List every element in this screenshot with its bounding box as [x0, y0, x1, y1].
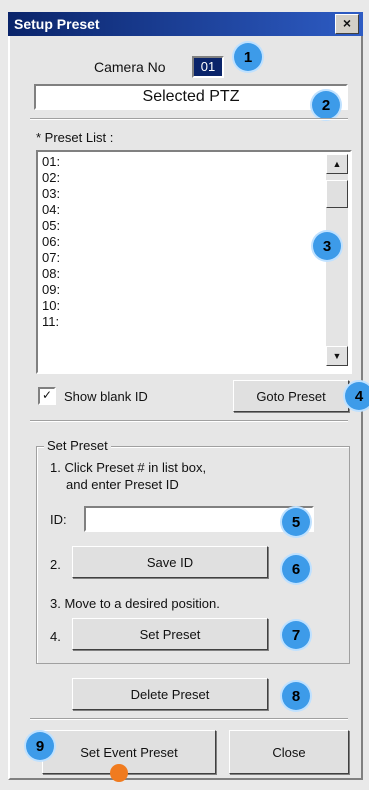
- step4-label: 4.: [50, 629, 61, 644]
- step2-label: 2.: [50, 557, 61, 572]
- preset-list-label: * Preset List :: [36, 130, 114, 145]
- list-item[interactable]: 04:: [42, 202, 322, 218]
- delete-preset-button[interactable]: Delete Preset: [72, 678, 268, 710]
- step1-text: 1. Click Preset # in list box,: [50, 460, 207, 475]
- step1-text-2: and enter Preset ID: [66, 477, 179, 492]
- list-item[interactable]: [42, 346, 322, 362]
- close-icon[interactable]: ×: [335, 14, 359, 34]
- set-preset-button[interactable]: Set Preset: [72, 618, 268, 650]
- badge-9: 9: [26, 732, 54, 760]
- save-id-button[interactable]: Save ID: [72, 546, 268, 578]
- scroll-thumb[interactable]: [326, 180, 348, 208]
- list-item[interactable]: 05:: [42, 218, 322, 234]
- list-item[interactable]: 11:: [42, 314, 322, 330]
- preset-list-items: 01: 02: 03: 04: 05: 06: 07: 08: 09: 10: …: [42, 154, 322, 366]
- id-label: ID:: [50, 512, 67, 527]
- badge-5: 5: [282, 508, 310, 536]
- show-blank-label: Show blank ID: [64, 389, 148, 404]
- scroll-down-icon[interactable]: ▼: [326, 346, 348, 366]
- separator: [30, 718, 348, 720]
- close-button[interactable]: Close: [229, 730, 349, 774]
- window-title: Setup Preset: [14, 16, 100, 32]
- badge-7: 7: [282, 621, 310, 649]
- list-item[interactable]: [42, 330, 322, 346]
- set-preset-group-title: Set Preset: [44, 438, 111, 453]
- separator: [30, 118, 348, 120]
- badge-3: 3: [313, 232, 341, 260]
- step3-text: 3. Move to a desired position.: [50, 596, 220, 611]
- list-item[interactable]: 08:: [42, 266, 322, 282]
- list-item[interactable]: 10:: [42, 298, 322, 314]
- scrollbar[interactable]: ▲ ▼: [326, 154, 348, 366]
- badge-8: 8: [282, 682, 310, 710]
- badge-6: 6: [282, 555, 310, 583]
- badge-2: 2: [312, 91, 340, 119]
- preset-list-box[interactable]: 01: 02: 03: 04: 05: 06: 07: 08: 09: 10: …: [36, 150, 352, 374]
- list-item[interactable]: 07:: [42, 250, 322, 266]
- separator: [30, 420, 348, 422]
- preset-id-input[interactable]: [84, 506, 314, 532]
- goto-preset-button[interactable]: Goto Preset: [233, 380, 349, 412]
- badge-4: 4: [345, 382, 369, 410]
- list-item[interactable]: 03:: [42, 186, 322, 202]
- scroll-up-icon[interactable]: ▲: [326, 154, 348, 174]
- set-event-preset-button[interactable]: Set Event Preset: [42, 730, 216, 774]
- camera-no-label: Camera No: [94, 59, 166, 75]
- click-indicator-icon: [110, 764, 128, 782]
- list-item[interactable]: 09:: [42, 282, 322, 298]
- badge-1: 1: [234, 43, 262, 71]
- list-item[interactable]: 01:: [42, 154, 322, 170]
- list-item[interactable]: 02:: [42, 170, 322, 186]
- list-item[interactable]: 06:: [42, 234, 322, 250]
- selected-ptz-display: Selected PTZ: [34, 84, 348, 110]
- show-blank-checkbox[interactable]: ✓: [38, 387, 56, 405]
- camera-no-field[interactable]: 01: [192, 56, 224, 78]
